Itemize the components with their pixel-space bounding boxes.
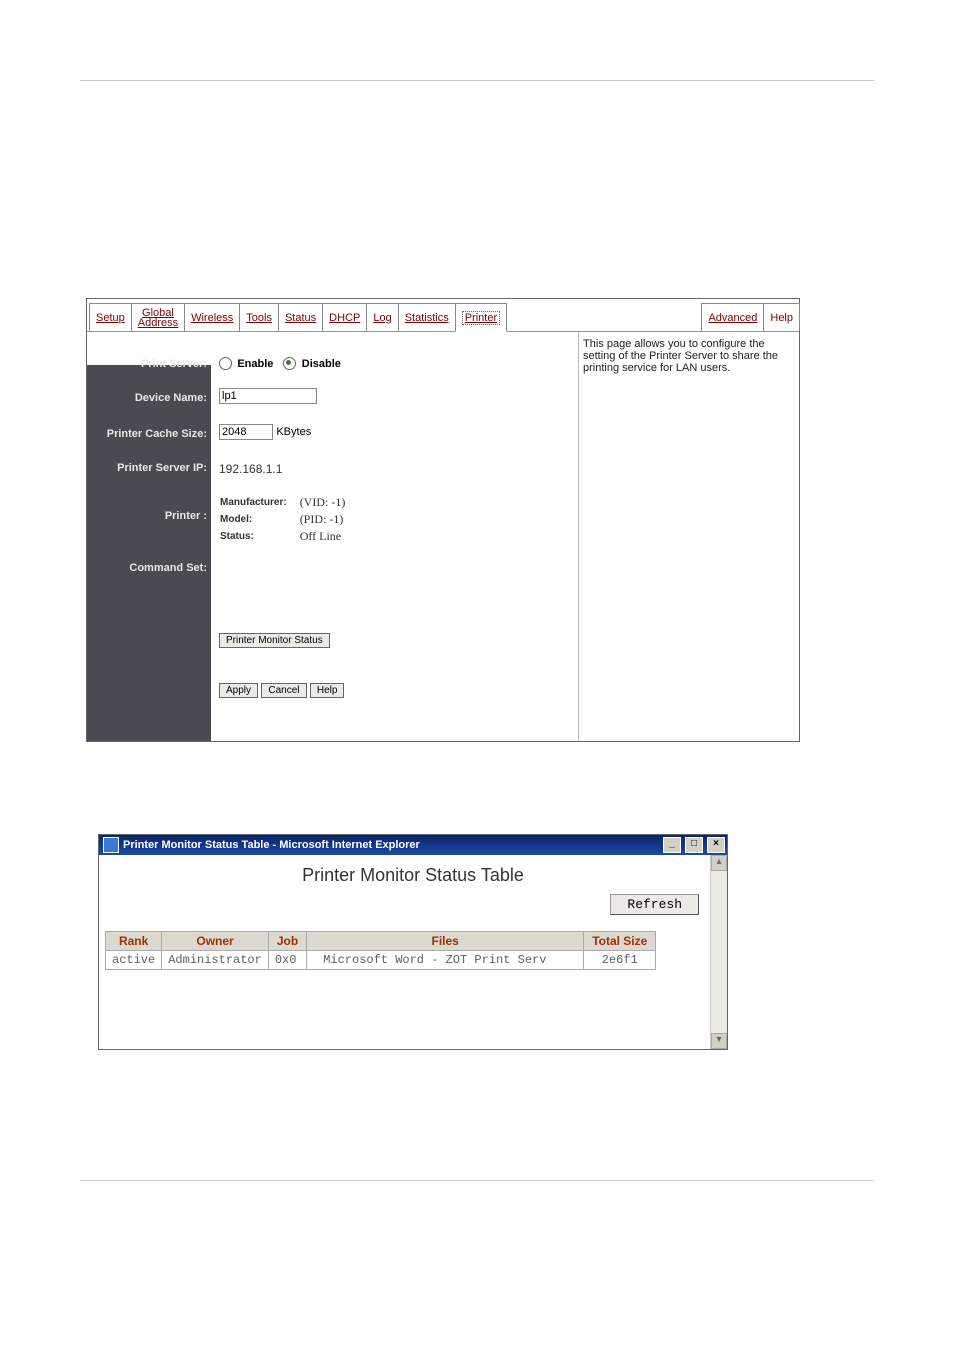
label-printer: Printer : [87, 510, 207, 522]
label-kbytes: KBytes [276, 426, 311, 438]
radio-disable[interactable] [283, 357, 296, 370]
button-printer-monitor-status[interactable]: Printer Monitor Status [219, 633, 330, 648]
ie-icon [103, 837, 119, 853]
rule-top [80, 80, 874, 81]
radio-enable[interactable] [219, 357, 232, 370]
value-server-ip: 192.168.1.1 [219, 462, 578, 476]
help-panel: This page allows you to configure the se… [578, 332, 799, 741]
button-help[interactable]: Help [310, 683, 345, 698]
col-owner: Owner [162, 932, 269, 951]
cell-total-size: 2e6f1 [584, 951, 656, 970]
refresh-button[interactable]: Refresh [610, 894, 699, 915]
window-close-button[interactable]: × [707, 837, 725, 853]
cell-rank: active [106, 951, 162, 970]
value-manufacturer: (VID: -1) [288, 494, 347, 511]
cell-owner: Administrator [162, 951, 269, 970]
label-manufacturer: Manufacturer: [219, 494, 288, 511]
tab-tools[interactable]: Tools [239, 303, 279, 331]
window-minimize-button[interactable]: _ [663, 837, 681, 853]
monitor-page-title: Printer Monitor Status Table [99, 855, 727, 886]
tab-wireless[interactable]: Wireless [184, 303, 240, 331]
value-status: Off Line [288, 528, 347, 545]
window-title: Printer Monitor Status Table - Microsoft… [123, 839, 420, 851]
table-header-row: Rank Owner Job Files Total Size [106, 932, 656, 951]
col-files: Files [307, 932, 584, 951]
col-rank: Rank [106, 932, 162, 951]
value-model: (PID: -1) [288, 511, 347, 528]
window-titlebar: Printer Monitor Status Table - Microsoft… [99, 835, 727, 855]
tab-bar: Setup GlobalAddress Wireless Tools Statu… [87, 299, 799, 332]
scroll-down-button[interactable]: ▾ [711, 1033, 727, 1049]
tab-advanced[interactable]: Advanced [701, 303, 764, 331]
tab-global-address[interactable]: GlobalAddress [131, 303, 185, 331]
label-command-set: Command Set: [87, 562, 207, 574]
col-job: Job [268, 932, 306, 951]
input-device-name[interactable] [219, 388, 317, 404]
label-device-name: Device Name: [87, 392, 207, 404]
window-maximize-button[interactable]: □ [685, 837, 703, 853]
tab-statistics[interactable]: Statistics [398, 303, 456, 331]
printer-settings-panel: Setup GlobalAddress Wireless Tools Statu… [86, 298, 800, 742]
label-cache-size: Printer Cache Size: [87, 428, 207, 440]
tab-printer[interactable]: Printer [455, 303, 507, 332]
rule-bottom [80, 1180, 874, 1181]
label-status: Status: [219, 528, 288, 545]
tab-dhcp[interactable]: DHCP [322, 303, 367, 331]
cell-job: 0x0 [268, 951, 306, 970]
tab-help[interactable]: Help [763, 303, 800, 331]
scroll-up-button[interactable]: ▴ [711, 855, 727, 871]
label-server-ip: Printer Server IP: [87, 462, 207, 474]
radio-disable-label: Disable [302, 358, 341, 370]
tab-log[interactable]: Log [366, 303, 398, 331]
button-apply[interactable]: Apply [219, 683, 258, 698]
cell-files: Microsoft Word - ZOT Print Serv [307, 951, 584, 970]
scrollbar[interactable]: ▴ ▾ [710, 855, 727, 1049]
col-total-size: Total Size [584, 932, 656, 951]
input-cache-size[interactable] [219, 424, 273, 440]
radio-enable-label: Enable [237, 358, 273, 370]
label-model: Model: [219, 511, 288, 528]
table-row: active Administrator 0x0 Microsoft Word … [106, 951, 656, 970]
label-print-server: Print Server: [87, 358, 207, 370]
status-table: Rank Owner Job Files Total Size active A… [105, 931, 656, 970]
help-text: This page allows you to configure the se… [583, 338, 778, 374]
monitor-status-window: Printer Monitor Status Table - Microsoft… [98, 834, 728, 1050]
tab-status[interactable]: Status [278, 303, 323, 331]
button-cancel[interactable]: Cancel [261, 683, 306, 698]
tab-setup[interactable]: Setup [89, 303, 132, 331]
label-column [87, 365, 211, 741]
